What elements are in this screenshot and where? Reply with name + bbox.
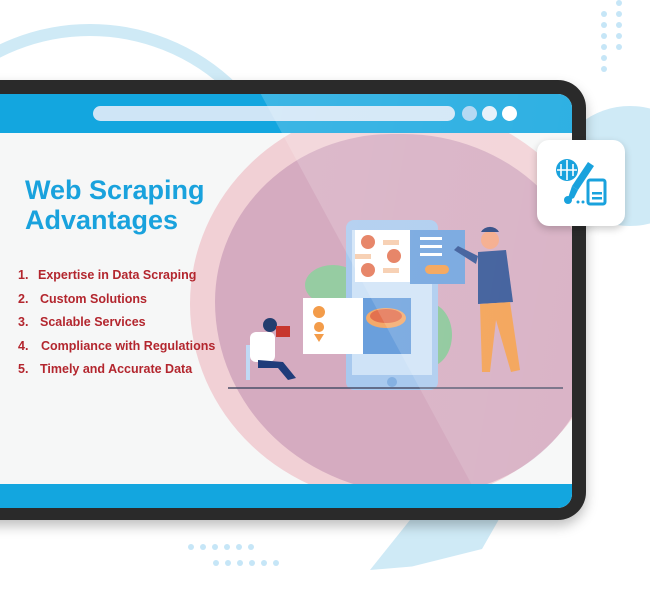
woman-figure bbox=[263, 318, 277, 332]
decorative-dots-bottom-2 bbox=[213, 560, 279, 566]
browser-bottom-bar bbox=[0, 484, 572, 508]
list-item: 5. Timely and Accurate Data bbox=[18, 360, 215, 384]
delivery-card bbox=[303, 298, 363, 354]
list-item: 3. Scalable Services bbox=[18, 313, 215, 337]
list-item-label: Custom Solutions bbox=[40, 291, 147, 306]
page-title: Web Scraping Advantages bbox=[25, 175, 205, 235]
title-line-2: Advantages bbox=[25, 205, 179, 235]
feature-icon-card bbox=[537, 140, 625, 226]
advantages-list: 1. Expertise in Data Scraping 2. Custom So… bbox=[18, 266, 215, 384]
list-item: 4. Compliance with Regulations bbox=[18, 337, 215, 361]
list-item-label: Compliance with Regulations bbox=[41, 338, 216, 353]
title-line-1: Web Scraping bbox=[25, 175, 205, 205]
list-item: 1. Expertise in Data Scraping bbox=[18, 266, 215, 290]
decorative-dots-top bbox=[601, 0, 622, 72]
list-item-label: Expertise in Data Scraping bbox=[38, 268, 197, 282]
decorative-dots-bottom bbox=[188, 544, 254, 550]
tablet-screen: Web Scraping Advantages 1. Expertise in D… bbox=[0, 94, 572, 508]
list-item: 2. Custom Solutions bbox=[18, 290, 215, 314]
list-item-label: Timely and Accurate Data bbox=[40, 362, 193, 376]
list-item-label: Scalable Services bbox=[40, 315, 146, 329]
globe-pen-document-icon bbox=[556, 159, 607, 206]
